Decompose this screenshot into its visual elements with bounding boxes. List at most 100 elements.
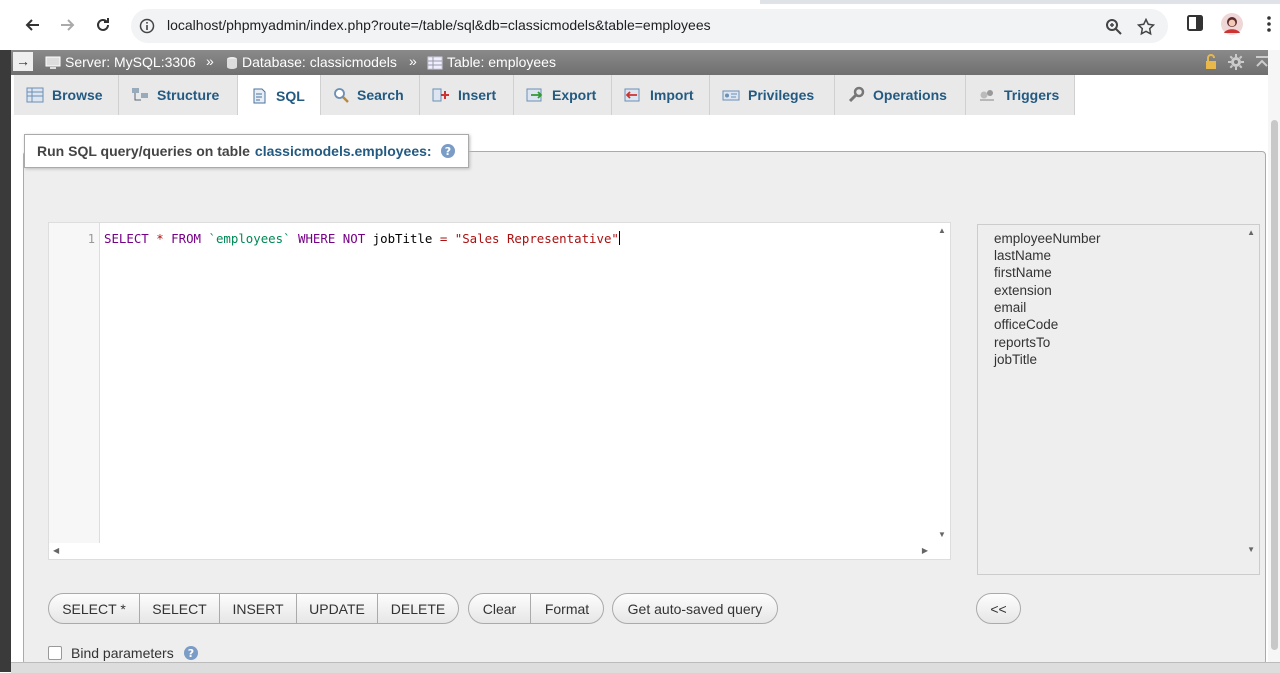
lock-icon[interactable] bbox=[1203, 54, 1219, 70]
browse-icon bbox=[26, 87, 44, 103]
breadcrumb-database-label: Database: classicmodels bbox=[242, 54, 397, 70]
menu-icon[interactable] bbox=[1259, 14, 1279, 34]
column-item[interactable]: lastName bbox=[994, 248, 1051, 263]
column-item[interactable]: firstName bbox=[994, 265, 1052, 280]
address-bar[interactable]: localhost/phpmyadmin/index.php?route=/ta… bbox=[131, 9, 1168, 43]
breadcrumb-database[interactable]: Database: classicmodels bbox=[226, 54, 397, 70]
line-gutter: 1 bbox=[49, 223, 100, 559]
sql-keyword: NOT bbox=[342, 231, 366, 246]
reload-icon[interactable] bbox=[90, 12, 116, 38]
tab-browse[interactable]: Browse bbox=[14, 75, 119, 115]
breadcrumb-separator: » bbox=[409, 53, 417, 69]
tab-sql[interactable]: SQL bbox=[238, 75, 321, 117]
format-button[interactable]: Format bbox=[530, 593, 604, 624]
svg-text:?: ? bbox=[188, 647, 194, 660]
select-star-button[interactable]: SELECT * bbox=[48, 593, 140, 624]
sql-icon bbox=[253, 88, 266, 103]
tab-search[interactable]: Search bbox=[321, 75, 420, 115]
delete-button[interactable]: DELETE bbox=[377, 593, 459, 624]
columns-list[interactable]: employeeNumber lastName firstName extens… bbox=[977, 224, 1260, 575]
url-text[interactable]: localhost/phpmyadmin/index.php?route=/ta… bbox=[167, 17, 711, 33]
tab-search-label: Search bbox=[357, 87, 404, 103]
breadcrumb-table-label: Table: employees bbox=[447, 54, 556, 70]
tab-export[interactable]: Export bbox=[514, 75, 612, 115]
sql-operator: = bbox=[439, 231, 448, 246]
tab-triggers[interactable]: Triggers bbox=[966, 75, 1075, 115]
back-icon[interactable] bbox=[19, 12, 45, 38]
tab-privileges-label: Privileges bbox=[748, 87, 815, 103]
select-button[interactable]: SELECT bbox=[139, 593, 220, 624]
get-autosaved-query-button[interactable]: Get auto-saved query bbox=[612, 593, 778, 624]
sql-table-name: `employees` bbox=[208, 231, 291, 246]
query-fieldset: 1 SELECT * FROM `employees` WHERE NOT jo… bbox=[23, 151, 1266, 665]
database-icon bbox=[227, 57, 237, 69]
query-legend: Run SQL query/queries on table classicmo… bbox=[24, 134, 469, 168]
sql-operator: * bbox=[156, 231, 164, 246]
settings-gear-icon[interactable] bbox=[1228, 54, 1244, 70]
page-horizontal-scrollbar[interactable] bbox=[11, 662, 1280, 673]
toggle-navigation-button[interactable]: → bbox=[13, 52, 33, 71]
navigation-panel-collapsed bbox=[0, 50, 11, 672]
breadcrumb-separator: » bbox=[206, 53, 214, 69]
tab-insert-label: Insert bbox=[458, 87, 497, 103]
star-icon[interactable] bbox=[1136, 17, 1156, 36]
insert-icon bbox=[432, 88, 449, 102]
help-icon[interactable]: ? bbox=[183, 645, 199, 661]
sql-string-literal: "Sales Representative" bbox=[454, 231, 619, 246]
columns-scroll-up[interactable]: ▲ bbox=[1247, 228, 1255, 237]
zoom-icon[interactable] bbox=[1105, 18, 1123, 36]
line-number: 1 bbox=[87, 232, 95, 246]
sql-column-name: jobTitle bbox=[372, 231, 433, 246]
tab-operations-label: Operations bbox=[873, 87, 947, 103]
triggers-icon bbox=[980, 90, 994, 101]
forward-icon[interactable] bbox=[55, 12, 81, 38]
clear-button[interactable]: Clear bbox=[468, 593, 531, 624]
sql-keyword: FROM bbox=[171, 231, 202, 246]
text-cursor bbox=[618, 231, 620, 245]
update-button[interactable]: UPDATE bbox=[296, 593, 378, 624]
tab-import-label: Import bbox=[650, 87, 694, 103]
insert-column-button[interactable]: << bbox=[976, 593, 1021, 624]
page-scroll-thumb[interactable] bbox=[1271, 120, 1278, 650]
column-item[interactable]: employeeNumber bbox=[994, 231, 1101, 246]
server-icon bbox=[45, 56, 61, 69]
bind-parameters-checkbox[interactable] bbox=[48, 646, 62, 660]
tab-privileges[interactable]: Privileges bbox=[710, 75, 835, 115]
breadcrumb-server[interactable]: Server: MySQL:3306 bbox=[45, 54, 196, 70]
editor-horizontal-scrollbar[interactable]: ◀ ▶ bbox=[49, 543, 950, 559]
page-vertical-scrollbar[interactable] bbox=[1268, 50, 1280, 672]
bind-parameters-label[interactable]: Bind parameters bbox=[71, 645, 174, 661]
export-icon bbox=[526, 88, 543, 102]
legend-table-link[interactable]: classicmodels.employees: bbox=[255, 143, 432, 159]
browser-tabstrip bbox=[0, 0, 1280, 4]
breadcrumb-server-label: Server: MySQL:3306 bbox=[65, 54, 196, 70]
sql-query-form: 1 SELECT * FROM `employees` WHERE NOT jo… bbox=[11, 115, 1280, 672]
bind-parameters-option[interactable]: Bind parameters ? bbox=[48, 645, 199, 661]
column-item[interactable]: jobTitle bbox=[994, 352, 1037, 367]
tab-insert[interactable]: Insert bbox=[420, 75, 514, 115]
column-item[interactable]: reportsTo bbox=[994, 335, 1050, 350]
sql-query-text[interactable]: SELECT * FROM `employees` WHERE NOT jobT… bbox=[104, 231, 620, 246]
tab-triggers-label: Triggers bbox=[1004, 87, 1060, 103]
table-icon bbox=[427, 56, 443, 70]
breadcrumb: → Server: MySQL:3306 » Database: classic… bbox=[11, 50, 1280, 75]
columns-scroll-down[interactable]: ▼ bbox=[1247, 545, 1255, 554]
tab-import[interactable]: Import bbox=[612, 75, 710, 115]
profile-avatar[interactable] bbox=[1221, 13, 1243, 35]
sql-editor[interactable]: 1 SELECT * FROM `employees` WHERE NOT jo… bbox=[48, 222, 951, 560]
tab-sql-label: SQL bbox=[276, 87, 305, 104]
svg-text:?: ? bbox=[444, 145, 450, 158]
insert-button[interactable]: INSERT bbox=[219, 593, 297, 624]
column-item[interactable]: extension bbox=[994, 283, 1052, 298]
table-tabs: Browse Structure SQL Search Insert Expor… bbox=[11, 75, 1280, 117]
tab-browse-label: Browse bbox=[52, 87, 103, 103]
tab-structure[interactable]: Structure bbox=[119, 75, 238, 115]
info-icon[interactable] bbox=[139, 18, 155, 34]
breadcrumb-table[interactable]: Table: employees bbox=[427, 54, 556, 70]
editor-vertical-scrollbar[interactable]: ▲ ▼ bbox=[934, 223, 950, 559]
tab-operations[interactable]: Operations bbox=[835, 75, 966, 115]
help-icon[interactable]: ? bbox=[440, 143, 456, 159]
column-item[interactable]: email bbox=[994, 300, 1026, 315]
sidepanel-icon[interactable] bbox=[1186, 14, 1206, 34]
column-item[interactable]: officeCode bbox=[994, 317, 1058, 332]
